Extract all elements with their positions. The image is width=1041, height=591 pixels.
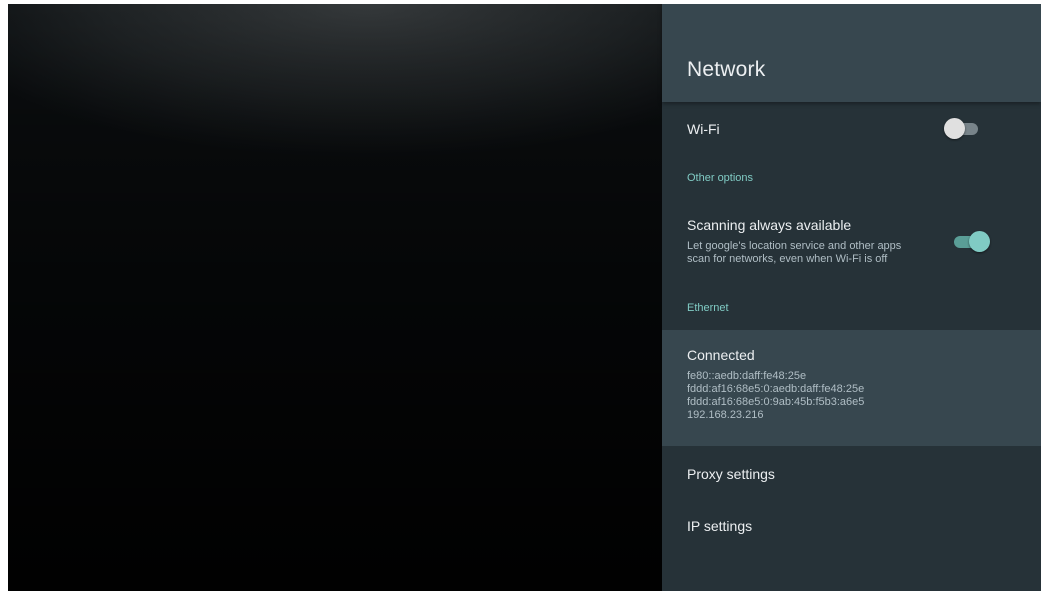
page-title: Network	[687, 58, 766, 81]
ethernet-address: fddd:af16:68e5:0:9ab:45b:f5b3:a6e5	[687, 396, 865, 408]
scanning-description-line2: scan for networks, even when Wi-Fi is of…	[687, 253, 888, 265]
wifi-label: Wi-Fi	[687, 121, 720, 137]
ethernet-section: Ethernet	[662, 294, 1041, 324]
other-options-section: Other options	[662, 164, 1041, 194]
scanning-toggle[interactable]	[954, 231, 990, 253]
proxy-settings-label: Proxy settings	[687, 466, 775, 482]
scanning-row[interactable]: Scanning always available Let google's l…	[662, 209, 1041, 281]
panel-header: Network	[662, 4, 1041, 102]
scanning-label: Scanning always available	[687, 217, 852, 233]
ethernet-address: fe80::aedb:daff:fe48:25e	[687, 370, 807, 382]
tv-screen: Network Wi-Fi Other options Scanning alw…	[8, 4, 1041, 591]
section-header-ethernet: Ethernet	[687, 302, 729, 314]
ip-settings-label: IP settings	[687, 518, 753, 534]
ip-settings-row[interactable]: IP settings	[662, 504, 1041, 549]
scanning-description-line1: Let google's location service and other …	[687, 240, 902, 252]
section-header-other-options: Other options	[687, 172, 754, 184]
network-settings-panel: Network Wi-Fi Other options Scanning alw…	[662, 4, 1041, 591]
toggle-thumb	[944, 118, 965, 139]
wifi-toggle[interactable]	[944, 118, 980, 140]
ethernet-address: 192.168.23.216	[687, 409, 764, 421]
proxy-settings-row[interactable]: Proxy settings	[662, 452, 1041, 497]
wifi-row[interactable]: Wi-Fi	[662, 104, 1041, 154]
ethernet-status: Connected	[687, 347, 755, 363]
toggle-thumb	[969, 231, 990, 252]
background-image	[8, 4, 662, 591]
ethernet-connected-row[interactable]: Connected fe80::aedb:daff:fe48:25e fddd:…	[662, 330, 1041, 446]
ethernet-address: fddd:af16:68e5:0:aedb:daff:fe48:25e	[687, 383, 865, 395]
